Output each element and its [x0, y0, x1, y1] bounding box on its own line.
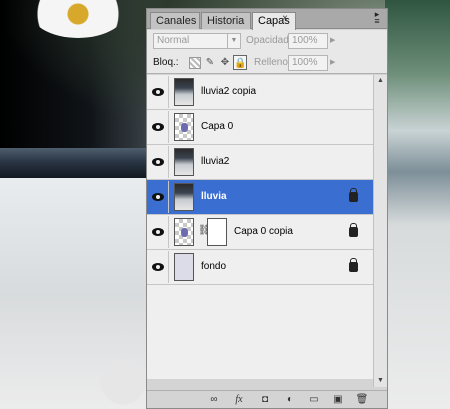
- adjustment-icon[interactable]: ◐: [283, 393, 297, 406]
- chevron-right-icon[interactable]: ▶: [330, 33, 342, 49]
- lock-icon: [349, 258, 358, 272]
- eye-icon: [152, 158, 164, 166]
- layer-mask-thumbnail[interactable]: [207, 218, 227, 246]
- layer-name: lluvia2: [201, 156, 230, 167]
- lock-transparency-icon[interactable]: [189, 57, 201, 69]
- visibility-toggle[interactable]: [149, 111, 169, 143]
- eye-icon: [152, 263, 164, 271]
- layer-name: fondo: [201, 261, 227, 272]
- layer-row[interactable]: ⛓ Capa 0 copia: [147, 215, 373, 250]
- layer-name: lluvia: [201, 191, 227, 202]
- layer-thumbnail: [174, 218, 194, 246]
- layer-thumbnail: [174, 253, 194, 281]
- layers-list: lluvia2 copia Capa 0 lluvia2 lluvia ⛓ Ca…: [147, 75, 373, 379]
- link-icon[interactable]: ∞: [207, 393, 221, 406]
- scroll-down-icon[interactable]: ▼: [374, 375, 387, 387]
- lock-label: Bloq.:: [153, 57, 179, 68]
- layer-row[interactable]: fondo: [147, 250, 373, 285]
- blend-mode-value: Normal: [157, 35, 190, 46]
- panel-menu-icon[interactable]: ▸ ≡: [371, 10, 383, 26]
- lock-row: Bloq.: ✎ ✥ 🔒 Relleno: 100% ▶: [147, 52, 387, 74]
- fill-label: Relleno:: [254, 57, 291, 68]
- layer-name: Capa 0: [201, 121, 234, 132]
- layer-row[interactable]: lluvia2 copia: [147, 75, 373, 110]
- new-layer-icon[interactable]: ▣: [331, 393, 345, 406]
- eye-icon: [152, 193, 164, 201]
- lock-all-icon[interactable]: 🔒: [233, 55, 247, 70]
- visibility-toggle[interactable]: [149, 181, 169, 213]
- blend-mode-select[interactable]: Normal ▼: [153, 33, 241, 49]
- lock-icon: [349, 188, 358, 202]
- eye-icon: [152, 123, 164, 131]
- opacity-label: Opacidad:: [246, 35, 292, 46]
- opacity-input[interactable]: 100%: [288, 33, 328, 49]
- layer-row-selected[interactable]: lluvia: [147, 180, 373, 215]
- blend-row: Normal ▼ Opacidad: 100% ▶: [147, 30, 387, 52]
- lock-move-icon[interactable]: ✥: [218, 55, 232, 70]
- tab-channels[interactable]: Canales: [150, 12, 200, 29]
- layer-name: Capa 0 copia: [234, 226, 293, 237]
- tab-layers[interactable]: Capas: [252, 12, 296, 30]
- visibility-toggle[interactable]: [149, 76, 169, 108]
- fx-icon[interactable]: fx: [232, 393, 246, 406]
- daisy-flower-bottom: [98, 355, 148, 409]
- eye-icon: [152, 228, 164, 236]
- eye-icon: [152, 88, 164, 96]
- visibility-toggle[interactable]: [149, 216, 169, 248]
- layer-thumbnail: [174, 113, 194, 141]
- rain-window-strip: [385, 0, 450, 409]
- mask-icon[interactable]: ◘: [258, 393, 272, 406]
- layer-thumbnail: [174, 183, 194, 211]
- layers-scrollbar[interactable]: ▲ ▼: [373, 75, 387, 387]
- panel-tab-bar: Canales Historia Capas × ▸ ≡: [147, 9, 387, 30]
- layer-name: lluvia2 copia: [201, 86, 257, 97]
- layer-thumbnail: [174, 78, 194, 106]
- chevron-right-icon[interactable]: ▶: [330, 55, 342, 71]
- layer-thumbnail: [174, 148, 194, 176]
- panel-footer: ∞ fx ◘ ◐ ▭ ▣ 🗑: [147, 390, 387, 408]
- scroll-up-icon[interactable]: ▲: [374, 75, 387, 87]
- visibility-toggle[interactable]: [149, 146, 169, 178]
- fill-input[interactable]: 100%: [288, 55, 328, 71]
- chevron-down-icon: ▼: [227, 34, 240, 48]
- close-icon[interactable]: ×: [282, 13, 288, 24]
- layers-panel: Canales Historia Capas × ▸ ≡ Normal ▼ Opa…: [146, 8, 388, 409]
- layer-row[interactable]: Capa 0: [147, 110, 373, 145]
- folder-icon[interactable]: ▭: [307, 393, 321, 406]
- visibility-toggle[interactable]: [149, 251, 169, 283]
- trash-icon[interactable]: 🗑: [355, 393, 369, 406]
- tab-history[interactable]: Historia: [201, 12, 251, 29]
- lock-paint-brush-icon[interactable]: ✎: [203, 55, 217, 70]
- lock-icon: [349, 223, 358, 237]
- layer-row[interactable]: lluvia2: [147, 145, 373, 180]
